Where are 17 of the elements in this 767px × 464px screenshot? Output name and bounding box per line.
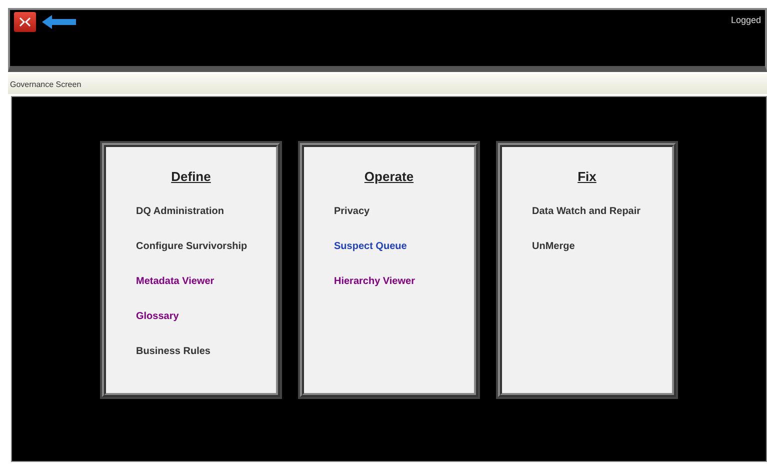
- card-title: Operate: [364, 169, 414, 184]
- menu-link[interactable]: Glossary: [136, 311, 179, 322]
- menu-link[interactable]: Business Rules: [136, 346, 210, 357]
- screen-title: Governance Screen: [10, 80, 82, 88]
- menu-link[interactable]: Suspect Queue: [334, 241, 407, 252]
- menu-link[interactable]: Configure Survivorship: [136, 241, 248, 252]
- menu-link[interactable]: Privacy: [334, 206, 370, 217]
- user-label: Logged: [730, 15, 761, 25]
- menu-link[interactable]: DQ Administration: [136, 206, 224, 217]
- menu-link[interactable]: UnMerge: [532, 241, 575, 252]
- back-arrow-icon[interactable]: [42, 15, 76, 29]
- menu-link[interactable]: Metadata Viewer: [136, 276, 214, 287]
- menu-link[interactable]: Data Watch and Repair: [532, 206, 641, 217]
- card-title: Define: [171, 169, 211, 184]
- card-title: Fix: [578, 169, 596, 184]
- app-icon[interactable]: [14, 12, 36, 32]
- menu-link[interactable]: Hierarchy Viewer: [334, 276, 415, 287]
